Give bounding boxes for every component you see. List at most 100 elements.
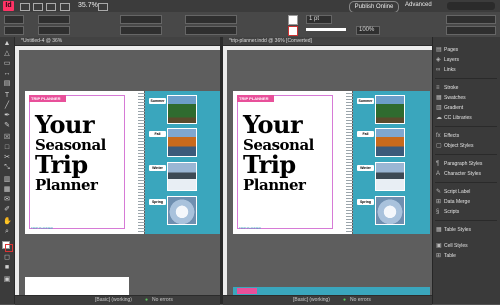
- document-window-right: *trip-planner.indd @ 36% [Converted] TRI…: [223, 37, 432, 305]
- left-page[interactable]: TRIP PLANNER Your Seasonal Trip Planner …: [233, 91, 337, 234]
- panel-separator: [435, 220, 497, 221]
- panel-cell-styles[interactable]: ▣ Cell Styles: [436, 242, 500, 250]
- eyedropper-tool-icon[interactable]: ✐: [3, 206, 11, 213]
- pages-icon: ▤: [436, 47, 442, 53]
- panel-table-styles[interactable]: ▦ Table Styles: [436, 226, 500, 234]
- rectangle-tool-icon[interactable]: □: [3, 144, 11, 151]
- panel-data-merge[interactable]: ⊞ Data Merge: [436, 198, 500, 206]
- view-options-icon[interactable]: [46, 3, 56, 11]
- panel-paragraph-styles[interactable]: ¶ Paragraph Styles: [436, 160, 500, 168]
- panel-gradient[interactable]: ▥ Gradient: [436, 104, 500, 112]
- formatting-affects-container-icon[interactable]: ◻: [3, 254, 11, 261]
- note-tool-icon[interactable]: ✉: [3, 196, 11, 203]
- links-icon: ∞: [436, 67, 441, 73]
- height-field[interactable]: [38, 26, 70, 35]
- right-page[interactable]: Summer Fall Winter Spring: [353, 91, 430, 234]
- panel-script-label[interactable]: ✎ Script Label: [436, 188, 500, 196]
- rotation-field[interactable]: [120, 15, 162, 24]
- document-tab-right[interactable]: *trip-planner.indd @ 36% [Converted]: [223, 37, 432, 46]
- pen-tool-icon[interactable]: ✒: [3, 112, 11, 119]
- scale-y-field[interactable]: [185, 26, 237, 35]
- spiral-binding: [346, 93, 353, 232]
- panel-object-styles[interactable]: ▢ Object Styles: [436, 142, 500, 150]
- view-mode-icon[interactable]: ▣: [3, 276, 11, 283]
- opacity-field[interactable]: 100%: [356, 26, 380, 35]
- season-label: Spring: [357, 199, 374, 205]
- table-icon: ⊞: [436, 253, 442, 259]
- title-line-planner: Planner: [243, 176, 306, 194]
- zoom-tool-icon[interactable]: ⌕: [3, 228, 11, 235]
- free-transform-tool-icon[interactable]: ⤡: [3, 164, 11, 171]
- panel-table[interactable]: ⊞ Table: [436, 252, 500, 260]
- stroke-swatch-icon[interactable]: [288, 26, 298, 36]
- panel-layers[interactable]: ◈ Layers: [436, 56, 500, 64]
- page-tool-icon[interactable]: ▭: [3, 60, 11, 67]
- panel-pages[interactable]: ▤ Pages: [436, 46, 500, 54]
- scissors-tool-icon[interactable]: ✂: [3, 154, 11, 161]
- panel-scripts[interactable]: § Scripts: [436, 208, 500, 216]
- season-winter: Winter: [357, 162, 426, 191]
- hand-tool-icon[interactable]: ✋: [3, 218, 12, 225]
- corner-field[interactable]: [446, 15, 496, 24]
- character-styles-icon: A: [436, 171, 441, 177]
- zoom-level[interactable]: 35.7%: [78, 2, 98, 9]
- effects-icon: fx: [436, 133, 441, 139]
- panel-links[interactable]: ∞ Links: [436, 66, 500, 74]
- panel-swatches[interactable]: ▦ Swatches: [436, 94, 500, 102]
- season-label: Fall: [149, 131, 166, 137]
- season-spring: Spring: [149, 196, 218, 225]
- apply-color-icon[interactable]: ■: [3, 264, 11, 271]
- panel-stroke[interactable]: ≡ Stroke: [436, 84, 500, 92]
- workspace-switcher[interactable]: Advanced: [405, 2, 432, 8]
- winter-photo: [167, 162, 197, 191]
- season-summer: Summer: [149, 95, 218, 124]
- content-collector-icon[interactable]: ▤: [3, 80, 11, 87]
- stock-icon[interactable]: [33, 3, 43, 11]
- stroke-color-icon[interactable]: [5, 244, 13, 252]
- fall-photo: [167, 128, 197, 157]
- right-page[interactable]: Summer Fall Winter Spring: [145, 91, 222, 234]
- search-input[interactable]: [447, 2, 495, 10]
- type-tool-icon[interactable]: T: [3, 92, 11, 99]
- stroke-type-icon[interactable]: [306, 28, 346, 31]
- arrange-documents-icon[interactable]: [98, 3, 108, 11]
- panel-separator: [435, 78, 497, 79]
- document-window-left: *Untitled-4 @ 36% TRIP PLANNER Your Seas…: [15, 37, 222, 305]
- stroke-icon: ≡: [436, 85, 440, 91]
- control-bar: 1 pt 100%: [0, 12, 500, 38]
- gradient-feather-tool-icon[interactable]: ▦: [3, 186, 11, 193]
- season-summer: Summer: [357, 95, 426, 124]
- x-field[interactable]: [4, 15, 24, 24]
- bridge-icon[interactable]: [20, 3, 30, 11]
- spring-photo: [167, 196, 197, 225]
- panel-cc-libraries[interactable]: ☁ CC Libraries: [436, 114, 500, 122]
- season-label: Summer: [149, 98, 166, 104]
- title-line-trip: Trip: [243, 150, 296, 179]
- season-fall: Fall: [357, 128, 426, 157]
- pencil-tool-icon[interactable]: ✎: [3, 122, 11, 129]
- line-tool-icon[interactable]: ╱: [3, 102, 11, 109]
- panel-effects[interactable]: fx Effects: [436, 132, 500, 140]
- trip-planner-tag: TRIP PLANNER: [29, 95, 66, 102]
- rectangle-frame-tool-icon[interactable]: ☒: [3, 134, 11, 141]
- spring-photo: [375, 196, 405, 225]
- selection-tool-icon[interactable]: ▲: [3, 40, 11, 47]
- gradient-tool-icon[interactable]: ▥: [3, 176, 11, 183]
- shear-field[interactable]: [120, 26, 162, 35]
- summer-photo: [167, 95, 197, 124]
- fill-swatch-icon[interactable]: [288, 15, 298, 25]
- frame-fitting-field[interactable]: [446, 26, 496, 35]
- direct-selection-tool-icon[interactable]: △: [3, 50, 11, 57]
- panel-character-styles[interactable]: A Character Styles: [436, 170, 500, 178]
- scale-x-field[interactable]: [185, 15, 237, 24]
- left-page[interactable]: TRIP PLANNER Your Seasonal Trip Planner …: [25, 91, 129, 234]
- screen-mode-icon[interactable]: [60, 3, 70, 11]
- gap-tool-icon[interactable]: ↔: [3, 70, 11, 77]
- title-line-your: Your: [35, 110, 95, 139]
- cell-styles-icon: ▣: [436, 243, 442, 249]
- y-field[interactable]: [4, 26, 24, 35]
- panels-dock: ▤ Pages ◈ Layers ∞ Links ≡ Stroke ▦ Swatches …: [432, 37, 500, 304]
- stroke-weight-field[interactable]: 1 pt: [306, 15, 332, 24]
- document-tab-left[interactable]: *Untitled-4 @ 36%: [15, 37, 220, 46]
- width-field[interactable]: [38, 15, 70, 24]
